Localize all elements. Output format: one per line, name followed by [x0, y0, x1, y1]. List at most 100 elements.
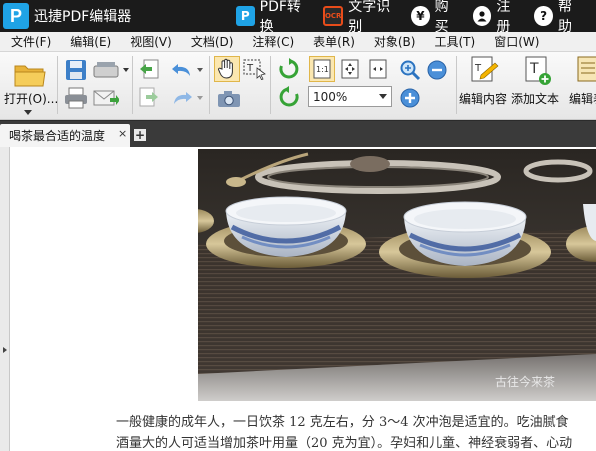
- menu-comment[interactable]: 注释(C): [241, 33, 302, 50]
- tab-document-label: 喝茶最合适的温度: [9, 129, 106, 143]
- prev-page-button[interactable]: [138, 58, 160, 82]
- fit-page-icon: [341, 59, 359, 79]
- edit-content-icon: T: [471, 56, 499, 82]
- redo-icon: [174, 92, 192, 104]
- email-icon: [93, 90, 119, 106]
- side-panel-toggle[interactable]: [0, 147, 10, 451]
- zoom-out-button[interactable]: [425, 58, 449, 82]
- help-label: 帮助: [557, 0, 572, 35]
- zoom-value: 100%: [313, 89, 348, 104]
- redo-button[interactable]: [168, 86, 196, 110]
- next-page-button[interactable]: [138, 86, 160, 110]
- ocr-icon: OCR: [323, 6, 344, 26]
- print-button[interactable]: [64, 86, 88, 110]
- select-text-button[interactable]: T: [242, 56, 268, 82]
- pdf-page: 古往今来茶 一般健康的成年人，一日饮茶 12 克左右，分 3～4 次冲泡是适宜的…: [11, 147, 596, 451]
- undo-icon: [172, 64, 190, 76]
- menu-window[interactable]: 窗口(W): [483, 33, 547, 50]
- camera-icon: [218, 91, 240, 107]
- undo-dropdown-arrow[interactable]: [196, 66, 204, 74]
- zoom-select[interactable]: 100%: [308, 86, 392, 107]
- chevron-down-icon: [123, 68, 129, 72]
- undo-button[interactable]: [168, 58, 196, 82]
- ocr-button[interactable]: OCR 文字识别: [323, 0, 399, 36]
- zoom-area-icon: [400, 60, 421, 81]
- menu-file[interactable]: 文件(F): [0, 33, 59, 50]
- help-button[interactable]: ? 帮助: [534, 0, 584, 36]
- toolbar: 打开(O)... T 1:1 100% T 编辑内容 T 添加文本 编辑: [0, 52, 596, 120]
- register-label: 注册: [496, 0, 511, 35]
- pdf-convert-label: PDF转换: [259, 0, 301, 35]
- zoom-out-icon: [427, 60, 447, 80]
- menu-tools[interactable]: 工具(T): [423, 33, 483, 50]
- open-dropdown-arrow[interactable]: [22, 108, 34, 116]
- user-icon: [472, 6, 492, 26]
- zoom-area-button[interactable]: [398, 58, 422, 82]
- pdf-convert-button[interactable]: P PDF转换: [236, 0, 311, 36]
- chevron-down-icon: [24, 109, 32, 115]
- chevron-down-icon: [197, 68, 203, 72]
- chevron-down-icon: [197, 96, 203, 100]
- snapshot-button[interactable]: [216, 88, 242, 110]
- new-tab-button[interactable]: +: [134, 129, 146, 141]
- add-text-label: 添加文本: [511, 92, 560, 106]
- menu-edit[interactable]: 编辑(E): [59, 33, 119, 50]
- menu-bar: 文件(F) 编辑(E) 视图(V) 文档(D) 注释(C) 表单(R) 对象(B…: [0, 32, 596, 52]
- edit-form-icon: [577, 56, 596, 82]
- rotate-clockwise-icon: [279, 58, 299, 79]
- svg-text:1:1: 1:1: [316, 65, 329, 74]
- rotate-counterclockwise-button[interactable]: [276, 84, 302, 110]
- title-bar: P 迅捷PDF编辑器 P PDF转换 OCR 文字识别 ¥ 购买 注册 ? 帮助: [0, 0, 596, 35]
- actual-size-button[interactable]: 1:1: [309, 56, 335, 82]
- tea-cups-photo: [198, 149, 596, 401]
- scanner-icon: [93, 62, 119, 78]
- chevron-down-icon: [379, 94, 387, 99]
- app-logo-icon: P: [3, 3, 29, 29]
- edit-form-button[interactable]: [574, 54, 596, 88]
- yen-icon: ¥: [411, 6, 430, 26]
- scanner-button[interactable]: [92, 58, 122, 82]
- save-icon: [66, 60, 86, 80]
- zoom-in-button[interactable]: [398, 86, 422, 110]
- buy-label: 购买: [434, 0, 449, 35]
- close-icon[interactable]: ×: [118, 127, 127, 140]
- document-workspace[interactable]: 古往今来茶 一般健康的成年人，一日饮茶 12 克左右，分 3～4 次冲泡是适宜的…: [0, 147, 596, 451]
- fit-width-button[interactable]: [365, 56, 391, 82]
- folder-icon: [14, 65, 46, 87]
- scanner-dropdown-arrow[interactable]: [122, 66, 130, 74]
- watermark-text: 古往今来茶: [495, 375, 556, 389]
- document-tab-bar: 喝茶最合适的温度 × +: [0, 121, 596, 147]
- open-label: 打开(O)...: [4, 92, 59, 106]
- email-button[interactable]: [92, 86, 120, 110]
- fit-page-button[interactable]: [337, 56, 363, 82]
- actual-size-icon: 1:1: [313, 59, 331, 79]
- print-icon: [65, 87, 87, 109]
- page-back-icon: [140, 59, 159, 79]
- rotate-counterclockwise-icon: [279, 86, 299, 107]
- edit-content-button[interactable]: T: [467, 54, 501, 88]
- pdf-convert-icon: P: [236, 6, 255, 26]
- buy-button[interactable]: ¥ 购买: [411, 0, 461, 36]
- save-button[interactable]: [64, 58, 88, 82]
- ocr-label: 文字识别: [348, 0, 391, 35]
- register-button[interactable]: 注册: [472, 0, 523, 36]
- body-text-line-2: 酒量大的人可适当增加茶叶用量（20 克为宜）。孕妇和儿童、神经衰弱者、心动: [116, 436, 573, 451]
- svg-text:T: T: [529, 61, 539, 77]
- body-text-line-1: 一般健康的成年人，一日饮茶 12 克左右，分 3～4 次冲泡是适宜的。吃油腻食: [116, 415, 569, 430]
- rotate-clockwise-button[interactable]: [276, 56, 302, 82]
- menu-view[interactable]: 视图(V): [119, 33, 180, 50]
- add-text-button[interactable]: T: [521, 54, 555, 88]
- hand-tool-button[interactable]: [214, 56, 240, 82]
- svg-text:T: T: [474, 63, 482, 74]
- hand-icon: [218, 58, 233, 79]
- text-select-icon: T: [243, 59, 266, 80]
- edit-content-label: 编辑内容: [459, 92, 508, 106]
- redo-dropdown-arrow[interactable]: [196, 94, 204, 102]
- open-button[interactable]: [10, 58, 50, 90]
- menu-object[interactable]: 对象(B): [363, 33, 424, 50]
- menu-form[interactable]: 表单(R): [302, 33, 363, 50]
- menu-document[interactable]: 文档(D): [180, 33, 242, 50]
- help-icon: ?: [534, 6, 553, 26]
- fit-width-icon: [369, 59, 387, 79]
- tab-document[interactable]: 喝茶最合适的温度 ×: [0, 124, 130, 147]
